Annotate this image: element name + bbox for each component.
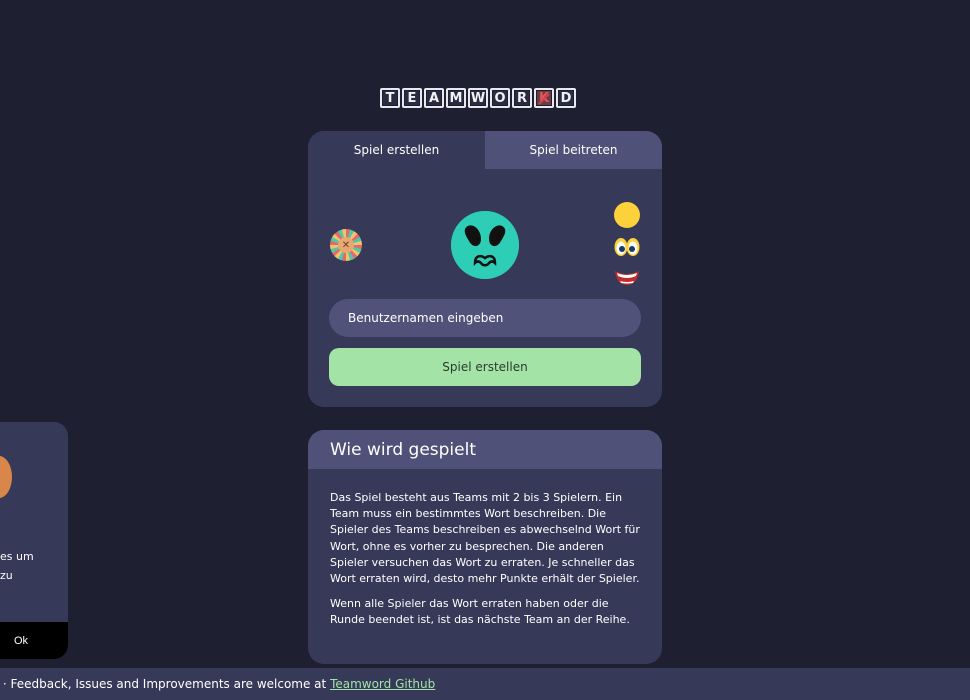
tab-bar: Spiel erstellen Spiel beitreten bbox=[308, 131, 662, 169]
mouth-icon bbox=[615, 271, 639, 285]
skin-color-button[interactable] bbox=[613, 201, 641, 229]
cookie-icon bbox=[0, 456, 12, 498]
logo-letter: E bbox=[402, 88, 422, 108]
footer-message: y · Feedback, Issues and Improvements ar… bbox=[0, 677, 331, 691]
footer-text: y · Feedback, Issues and Improvements ar… bbox=[0, 677, 435, 691]
logo-letter: O bbox=[490, 88, 510, 108]
logo-letter-crossed: K bbox=[534, 88, 554, 108]
tab-join-game[interactable]: Spiel beitreten bbox=[485, 131, 662, 169]
eyes-button[interactable] bbox=[613, 235, 641, 259]
cookie-text-line: es um bbox=[0, 550, 34, 563]
how-to-play-header: Wie wird gespielt bbox=[308, 430, 662, 469]
create-game-button[interactable]: Spiel erstellen bbox=[329, 348, 641, 386]
footer-bar: y · Feedback, Issues and Improvements ar… bbox=[0, 668, 970, 700]
shuffle-icon: ✕ bbox=[338, 237, 354, 253]
cookie-text-line: zu bbox=[0, 569, 13, 582]
cookie-ok-button[interactable]: Ok bbox=[0, 622, 68, 659]
skin-color-icon bbox=[614, 202, 640, 228]
avatar-preview bbox=[451, 211, 519, 279]
logo-letter: M bbox=[446, 88, 466, 108]
tab-create-game[interactable]: Spiel erstellen bbox=[308, 131, 485, 169]
username-input[interactable] bbox=[329, 299, 641, 337]
rules-paragraph: Das Spiel besteht aus Teams mit 2 bis 3 … bbox=[330, 491, 640, 586]
how-to-play-body: Das Spiel besteht aus Teams mit 2 bis 3 … bbox=[308, 469, 662, 629]
mouth-button[interactable] bbox=[613, 267, 641, 287]
avatar-editor: ✕ bbox=[308, 169, 662, 294]
github-link[interactable]: Teamword Github bbox=[330, 677, 435, 691]
logo-letter: T bbox=[380, 88, 400, 108]
randomize-avatar-button[interactable]: ✕ bbox=[330, 229, 362, 261]
how-to-play-card: Wie wird gespielt Das Spiel besteht aus … bbox=[308, 430, 662, 664]
eyes-icon bbox=[614, 238, 640, 256]
cookie-consent-panel: es um zu Ok bbox=[0, 422, 68, 659]
logo-letter: A bbox=[424, 88, 444, 108]
teamword-logo: T E A M W O R K D bbox=[380, 88, 576, 108]
how-to-play-title: Wie wird gespielt bbox=[330, 439, 477, 460]
logo-letter: W bbox=[468, 88, 488, 108]
logo-letter: R bbox=[512, 88, 532, 108]
game-setup-card: Spiel erstellen Spiel beitreten ✕ Benutz… bbox=[308, 131, 662, 407]
rules-paragraph: Wenn alle Spieler das Wort erraten haben… bbox=[330, 597, 630, 627]
logo-letter: D bbox=[556, 88, 576, 108]
